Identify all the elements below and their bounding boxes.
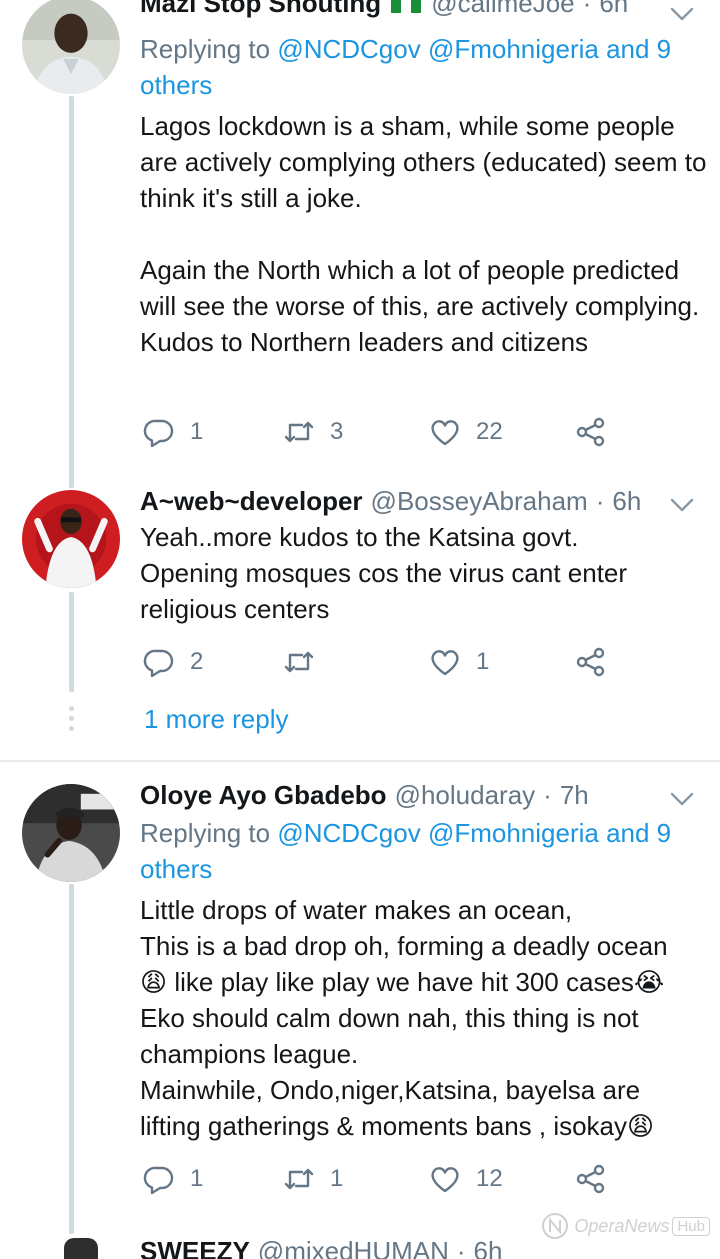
tweet-header: Oloye Ayo Gbadebo @holudaray · 7h <box>140 778 589 812</box>
like-button[interactable]: 1 <box>428 642 489 682</box>
tweet-actions: 1 3 22 <box>140 412 620 452</box>
heart-icon <box>431 420 459 446</box>
reply-icon <box>143 419 174 448</box>
reply-count: 1 <box>190 1165 204 1192</box>
like-count: 12 <box>476 1165 503 1192</box>
tweet-text-line: Mainwhile, Ondo,niger,Katsina, bayelsa a… <box>140 1075 641 1105</box>
retweet-button[interactable]: 3 <box>282 412 343 452</box>
share-icon <box>576 417 605 447</box>
username[interactable]: @BosseyAbraham <box>371 486 588 517</box>
thread-connector-line <box>69 96 74 488</box>
tweet-text-line: This is a bad drop oh, forming a deadly … <box>140 931 668 961</box>
separator-dot: · <box>582 0 592 18</box>
like-count: 1 <box>476 648 490 675</box>
tweet-text-line: 😩 like play like play we have hit 300 ca… <box>140 967 665 997</box>
retweet-button[interactable]: 1 <box>282 1159 343 1199</box>
reply-count: 1 <box>190 418 204 445</box>
thread-connector-line <box>69 884 74 1234</box>
display-name[interactable]: SWEEZY <box>140 1236 250 1259</box>
nigeria-flag-icon <box>389 0 423 13</box>
share-icon <box>576 1164 605 1194</box>
reply-count: 2 <box>190 648 204 675</box>
reply-button[interactable]: 1 <box>142 1159 203 1199</box>
avatar[interactable] <box>22 784 120 882</box>
retweet-icon <box>284 1168 314 1190</box>
divider <box>0 760 720 762</box>
retweet-count: 3 <box>330 418 344 445</box>
tweet-text: Little drops of water makes an ocean, Th… <box>140 892 715 1144</box>
tweet-text-line: Eko should calm down nah, this thing is … <box>140 1003 639 1033</box>
avatar[interactable] <box>64 1238 98 1259</box>
like-button[interactable]: 22 <box>428 412 503 452</box>
username[interactable]: @callmeJoe <box>431 0 574 19</box>
tweet-text: Yeah..more kudos to the Katsina govt. Op… <box>140 522 628 624</box>
display-name[interactable]: Oloye Ayo Gbadebo <box>140 780 387 811</box>
reply-icon <box>143 1166 174 1195</box>
timestamp[interactable]: 6h <box>474 1236 503 1259</box>
display-name[interactable]: A~web~developer <box>140 486 363 517</box>
timestamp[interactable]: 6h <box>612 486 641 517</box>
separator-dot: · <box>543 779 552 810</box>
display-name[interactable]: Mazi Stop Shouting <box>140 0 381 19</box>
like-count: 22 <box>476 418 503 445</box>
replying-to: Replying to @NCDCgov @Fmohnigeria and 9 … <box>140 815 700 887</box>
tweet-header: SWEEZY @mixedHUMAN · 6h <box>140 1234 502 1259</box>
like-button[interactable]: 12 <box>428 1159 503 1199</box>
avatar[interactable] <box>22 490 120 588</box>
chevron-down-icon[interactable] <box>668 789 696 809</box>
username[interactable]: @holudaray <box>395 780 536 811</box>
retweet-icon <box>284 421 314 443</box>
operanews-watermark: OperaNews Hub <box>540 1211 710 1241</box>
timestamp[interactable]: 6h <box>599 0 628 19</box>
tweet-text-line: champions league. <box>140 1039 359 1069</box>
operanews-logo-icon <box>542 1213 569 1239</box>
share-button[interactable] <box>574 642 608 682</box>
chevron-down-icon[interactable] <box>668 4 696 24</box>
thread-ellipsis-dots <box>69 706 74 736</box>
separator-dot: · <box>456 1235 466 1259</box>
tweet-header: Mazi Stop Shouting @callmeJoe · 6h <box>140 0 628 20</box>
tweet-actions: 2 1 <box>140 642 620 682</box>
tweet-text-line: Little drops of water makes an ocean, <box>140 895 573 925</box>
heart-icon <box>431 1167 459 1193</box>
tweet-text: Lagos lockdown is a sham, while some peo… <box>140 111 707 357</box>
heart-icon <box>431 650 459 676</box>
share-button[interactable] <box>574 412 608 452</box>
chevron-down-icon[interactable] <box>668 495 696 515</box>
separator-dot: · <box>595 485 605 516</box>
reply-button[interactable]: 1 <box>142 412 203 452</box>
tweet-header: A~web~developer @BosseyAbraham · 6h <box>140 484 641 518</box>
reply-button[interactable]: 2 <box>142 642 203 682</box>
thread-connector-line <box>69 592 74 692</box>
reply-icon <box>143 649 174 678</box>
show-more-replies-link[interactable]: 1 more reply <box>144 704 289 735</box>
replying-to-prefix: Replying to <box>140 34 271 64</box>
retweet-button[interactable] <box>282 642 316 682</box>
avatar[interactable] <box>22 0 120 94</box>
replying-to: Replying to @NCDCgov @Fmohnigeria and 9 … <box>140 31 700 103</box>
share-button[interactable] <box>574 1159 608 1199</box>
retweet-count: 1 <box>330 1165 344 1192</box>
share-icon <box>576 647 605 677</box>
replying-to-prefix: Replying to <box>140 818 271 848</box>
timestamp[interactable]: 7h <box>560 780 589 811</box>
username[interactable]: @mixedHUMAN <box>258 1236 449 1259</box>
tweet-text-line: lifting gatherings & moments bans , isok… <box>140 1111 655 1141</box>
tweet-actions: 1 1 12 <box>140 1159 620 1199</box>
retweet-icon <box>284 651 314 673</box>
watermark-badge: Hub <box>672 1216 710 1236</box>
watermark-text: OperaNews <box>574 1215 670 1236</box>
